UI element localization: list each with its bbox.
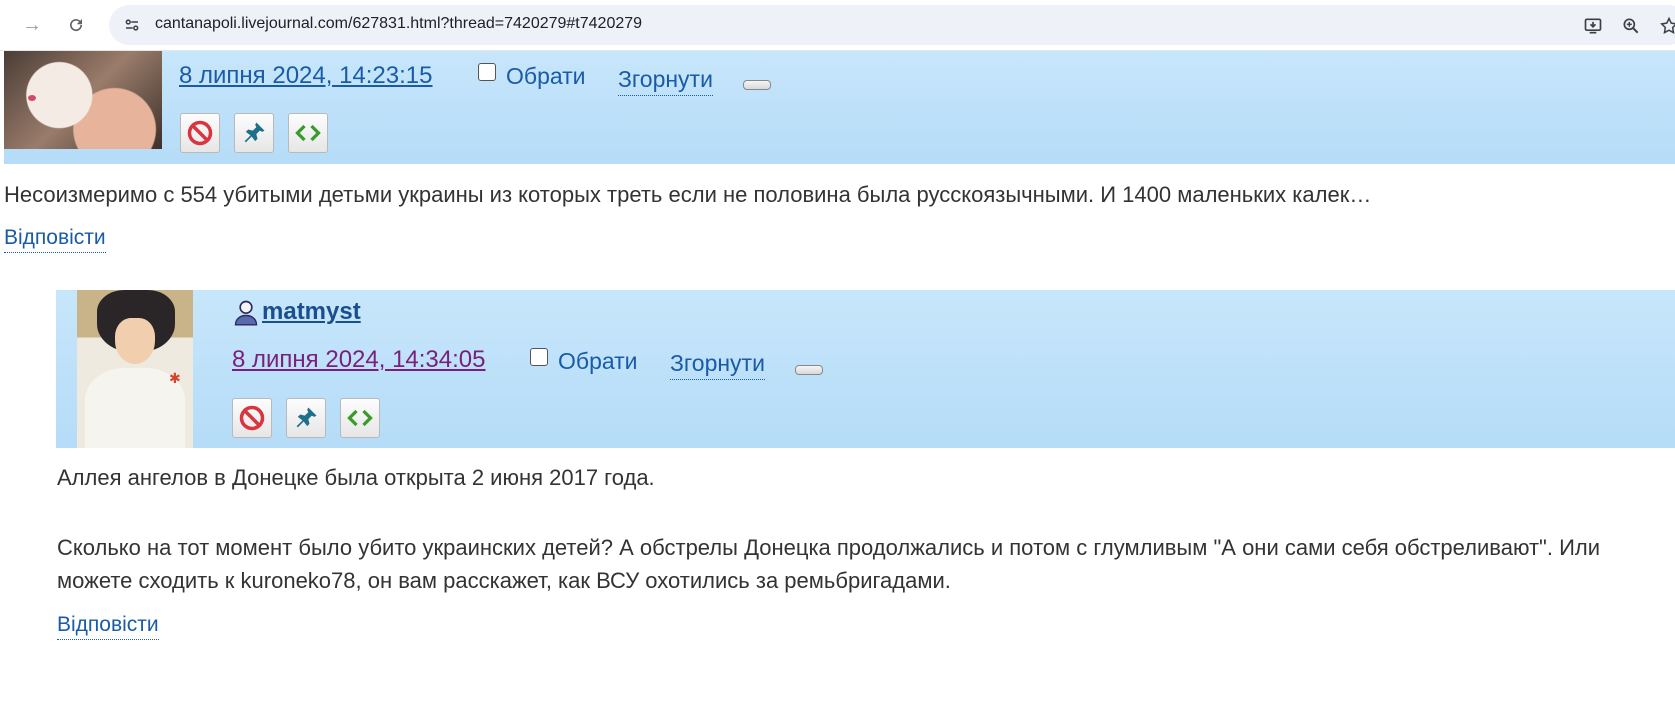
comment-date-link[interactable]: 8 липня 2024, 14:34:05 [232, 346, 486, 374]
reply-link[interactable]: Відповісти [57, 613, 159, 640]
pin-icon[interactable] [286, 398, 326, 438]
comment-body: Несоизмеримо с 554 убитыми детьми украин… [4, 182, 1372, 207]
zoom-icon[interactable] [1619, 14, 1643, 38]
username-link[interactable]: matmyst [262, 298, 361, 326]
code-icon[interactable] [340, 398, 380, 438]
select-checkbox-wrap[interactable]: Обрати [478, 62, 586, 90]
bookmark-star-icon[interactable] [1657, 14, 1675, 38]
site-info-icon[interactable] [121, 14, 143, 36]
select-label[interactable]: Обрати [558, 348, 638, 375]
ban-icon[interactable] [180, 113, 220, 153]
comment-date-link[interactable]: 8 липня 2024, 14:23:15 [179, 62, 433, 90]
code-icon[interactable] [288, 113, 328, 153]
user-profile-icon[interactable] [232, 298, 260, 326]
reply-link[interactable]: Відповісти [4, 226, 106, 253]
install-app-icon[interactable] [1581, 14, 1605, 38]
ban-icon[interactable] [232, 398, 272, 438]
url-text[interactable]: cantanapoli.livejournal.com/627831.html?… [155, 15, 642, 33]
select-checkbox-wrap[interactable]: Обрати [530, 347, 638, 375]
select-checkbox[interactable] [530, 347, 548, 366]
small-toggle-button[interactable] [795, 365, 823, 375]
reload-icon[interactable] [62, 11, 90, 39]
address-bar[interactable]: cantanapoli.livejournal.com/627831.html?… [109, 5, 1675, 45]
comment-body-paragraph: Сколько на тот момент было убито украинс… [57, 535, 1601, 593]
browser-toolbar: → cantanapoli.livejournal.com/627831.htm… [0, 0, 1675, 51]
select-checkbox[interactable] [478, 62, 496, 81]
username[interactable]: matmyst [232, 298, 361, 326]
collapse-link[interactable]: Згорнути [618, 66, 713, 96]
small-toggle-button[interactable] [743, 80, 771, 90]
comment-body-line: Аллея ангелов в Донецке была открыта 2 и… [57, 465, 655, 490]
pin-icon[interactable] [234, 113, 274, 153]
forward-icon[interactable]: → [18, 11, 46, 39]
select-label[interactable]: Обрати [506, 63, 586, 90]
collapse-link[interactable]: Згорнути [670, 350, 765, 380]
userpic[interactable] [4, 51, 162, 149]
userpic[interactable]: ✱ [77, 290, 193, 448]
